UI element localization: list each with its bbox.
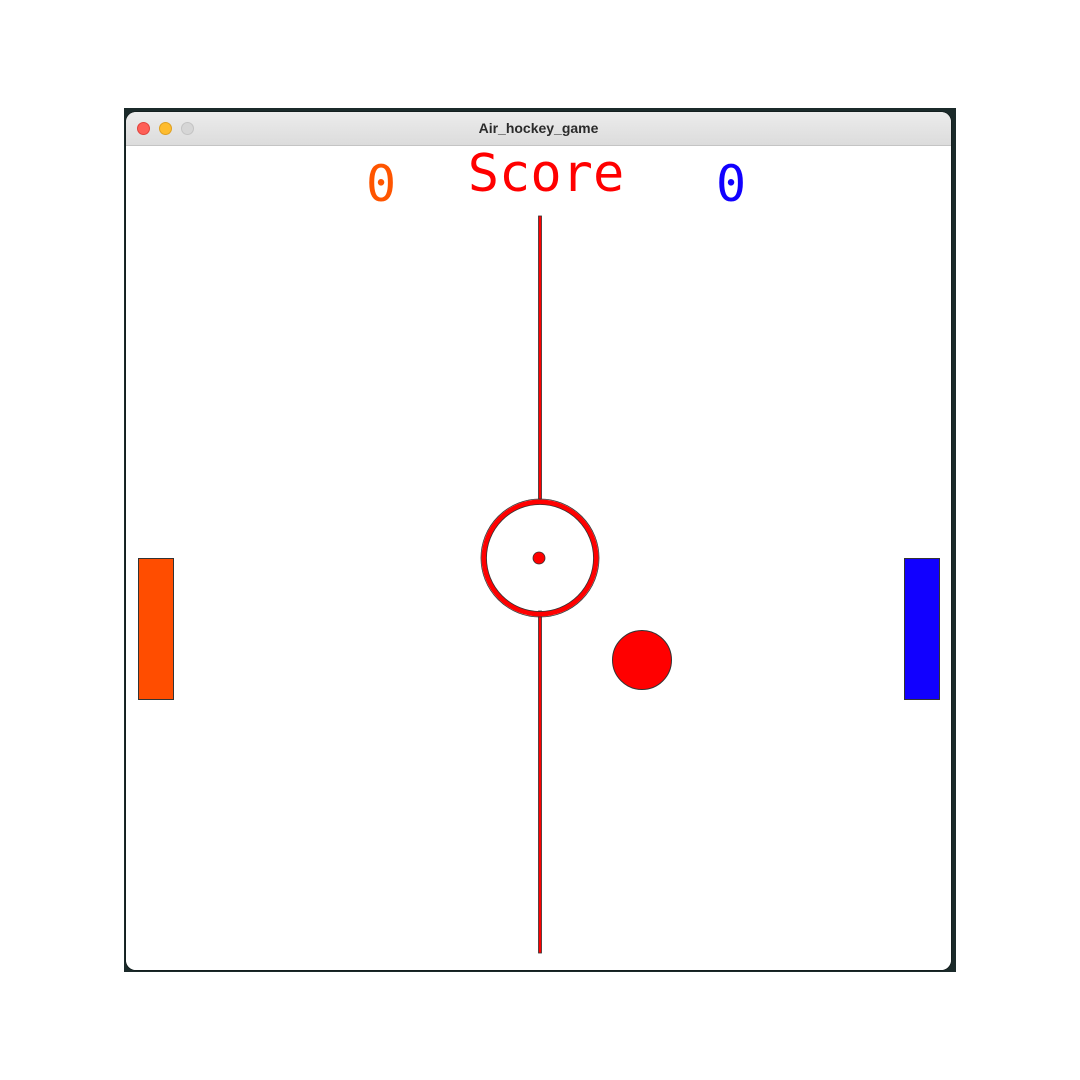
score-label: Score [467, 144, 625, 204]
puck [612, 630, 672, 690]
center-line-top [538, 215, 542, 500]
center-line-bottom [538, 610, 542, 954]
game-canvas[interactable]: 0 Score 0 [126, 144, 951, 970]
title-bar[interactable]: Air_hockey_game [126, 112, 951, 146]
right-paddle[interactable] [904, 558, 940, 700]
rink [138, 215, 940, 954]
left-score: 0 [365, 155, 397, 213]
left-paddle[interactable] [138, 558, 174, 700]
right-score: 0 [715, 155, 747, 213]
game-window: Air_hockey_game 0 Score 0 [126, 112, 951, 970]
window-title: Air_hockey_game [478, 120, 599, 136]
center-dot [532, 551, 546, 565]
